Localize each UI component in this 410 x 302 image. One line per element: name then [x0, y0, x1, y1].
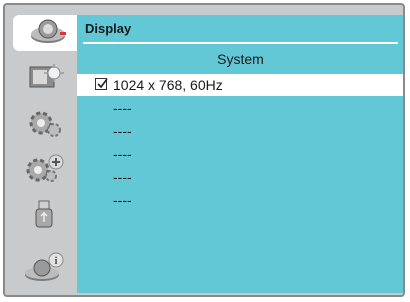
sidebar-item-information[interactable]: i: [13, 251, 75, 287]
sidebar-item-image-adjust[interactable]: [13, 61, 75, 97]
list-item-label: ----: [113, 100, 132, 116]
title-divider: [83, 42, 398, 44]
list-item[interactable]: ----: [77, 189, 403, 211]
gear-icon: [24, 108, 64, 143]
sidebar: i: [13, 15, 83, 295]
list-item-selected[interactable]: 1024 x 768, 60Hz: [77, 74, 403, 96]
menu-window: i Display System 1024 x 768, 60Hz ---- -…: [3, 3, 405, 297]
section-header: System: [217, 51, 264, 67]
sidebar-item-display[interactable]: [13, 15, 83, 51]
image-adjust-icon: [24, 63, 64, 96]
sidebar-item-memory-viewer[interactable]: [13, 199, 75, 235]
list-item-label: ----: [113, 123, 132, 139]
checkbox-icon: [95, 78, 108, 90]
usb-icon: [29, 199, 59, 236]
info-icon: i: [22, 251, 66, 288]
list-item-label: 1024 x 768, 60Hz: [113, 77, 223, 93]
menu-content: Display System 1024 x 768, 60Hz ---- ---…: [77, 15, 403, 293]
page-title: Display: [85, 21, 132, 36]
svg-text:i: i: [55, 256, 58, 267]
list-item[interactable]: ----: [77, 97, 403, 119]
camera-icon: [28, 18, 68, 49]
gear-plus-icon: [22, 154, 66, 189]
sidebar-item-expanded[interactable]: [13, 153, 75, 189]
title-bar: Display: [77, 15, 403, 41]
list-item-label: ----: [113, 192, 132, 208]
list-item[interactable]: ----: [77, 120, 403, 142]
sidebar-item-setting[interactable]: [13, 107, 75, 143]
list-item-label: ----: [113, 169, 132, 185]
list-item[interactable]: ----: [77, 166, 403, 188]
list-item[interactable]: ----: [77, 143, 403, 165]
list-item-label: ----: [113, 146, 132, 162]
